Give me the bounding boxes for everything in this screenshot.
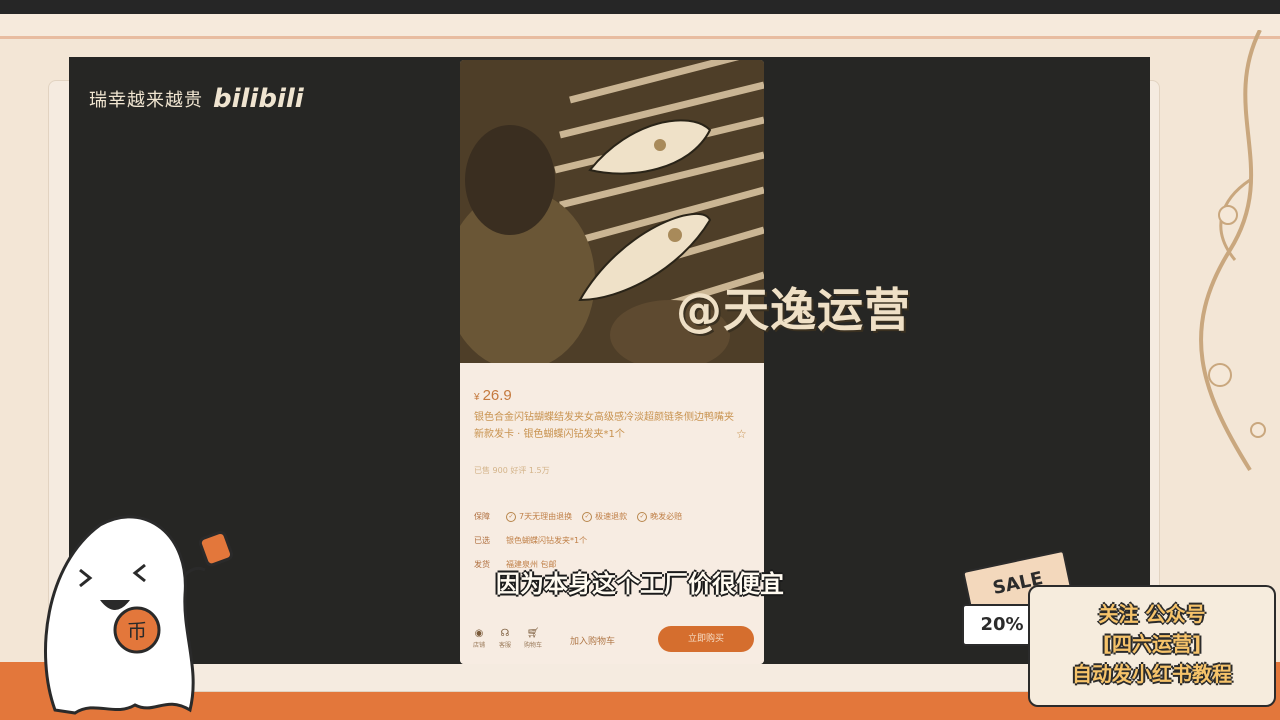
channel-name: 瑞幸越来越贵 — [89, 90, 203, 111]
channel-brand: 瑞幸越来越贵 bilibili — [89, 84, 304, 114]
promo-card: 关注 公众号 [四六运营] 自动发小红书教程 — [1028, 585, 1276, 707]
floral-decoration — [1199, 30, 1266, 472]
ghost-mascot-icon: 币 — [44, 515, 234, 715]
product-title: 银色合金闪钻蝴蝶结发夹女高级感冷淡超颜链条侧边鸭嘴夹新款发卡 · 银色蝴蝶闪钻发… — [474, 412, 734, 440]
check-icon: ✓ — [506, 511, 516, 522]
add-to-cart-button[interactable]: 加入购物车 — [570, 634, 615, 647]
store-icon[interactable]: ◉ 店铺 — [468, 628, 490, 649]
promo-line-2: [四六运营] — [1102, 632, 1202, 656]
top-stripe — [0, 14, 1280, 39]
selected-label: 已选 — [474, 536, 490, 545]
bilibili-logo: bilibili — [213, 84, 304, 114]
svg-text:币: 币 — [127, 619, 147, 643]
price-symbol: ¥ — [474, 392, 480, 403]
guarantee-item: ✓ 晚发必赔 — [637, 511, 682, 522]
promo-line-3: 自动发小红书教程 — [1072, 662, 1232, 686]
guarantee-row[interactable]: 保障 ✓ 7天无理由退换 ✓ 极速退款 ✓ 晚发必赔 — [474, 511, 682, 522]
product-meta: 已售 900 好评 1.5万 — [474, 466, 550, 475]
check-icon: ✓ — [582, 511, 593, 522]
customer-service-icon[interactable]: ☊ 客服 — [494, 628, 516, 649]
watermark-text: @天逸运营 — [676, 283, 911, 337]
promo-line-1: 关注 公众号 — [1098, 602, 1206, 626]
buy-now-button[interactable]: 立即购买 — [658, 626, 754, 652]
cart-icon[interactable]: 🛒︎ 购物车 — [522, 628, 544, 649]
top-bar — [0, 0, 1280, 14]
purchase-bar: ◉ 店铺 ☊ 客服 🛒︎ 购物车 加入购物车 立即购买 — [460, 618, 764, 664]
guarantee-label: 保障 — [474, 512, 490, 521]
guarantee-item: ✓ 极速退款 — [582, 511, 627, 522]
selected-value: 银色蝴蝶闪钻发夹*1个 — [506, 536, 588, 545]
favorite-star-icon[interactable]: ☆ — [736, 427, 747, 441]
guarantee-item: ✓ 7天无理由退换 — [506, 511, 572, 522]
check-icon: ✓ — [637, 511, 648, 522]
price-value: 26.9 — [482, 387, 512, 404]
selected-row[interactable]: 已选 银色蝴蝶闪钻发夹*1个 — [474, 535, 587, 546]
product-info: ¥26.9 银色合金闪钻蝴蝶结发夹女高级感冷淡超颜链条侧边鸭嘴夹新款发卡 · 银… — [460, 363, 764, 664]
product-price: ¥26.9 — [474, 387, 512, 404]
